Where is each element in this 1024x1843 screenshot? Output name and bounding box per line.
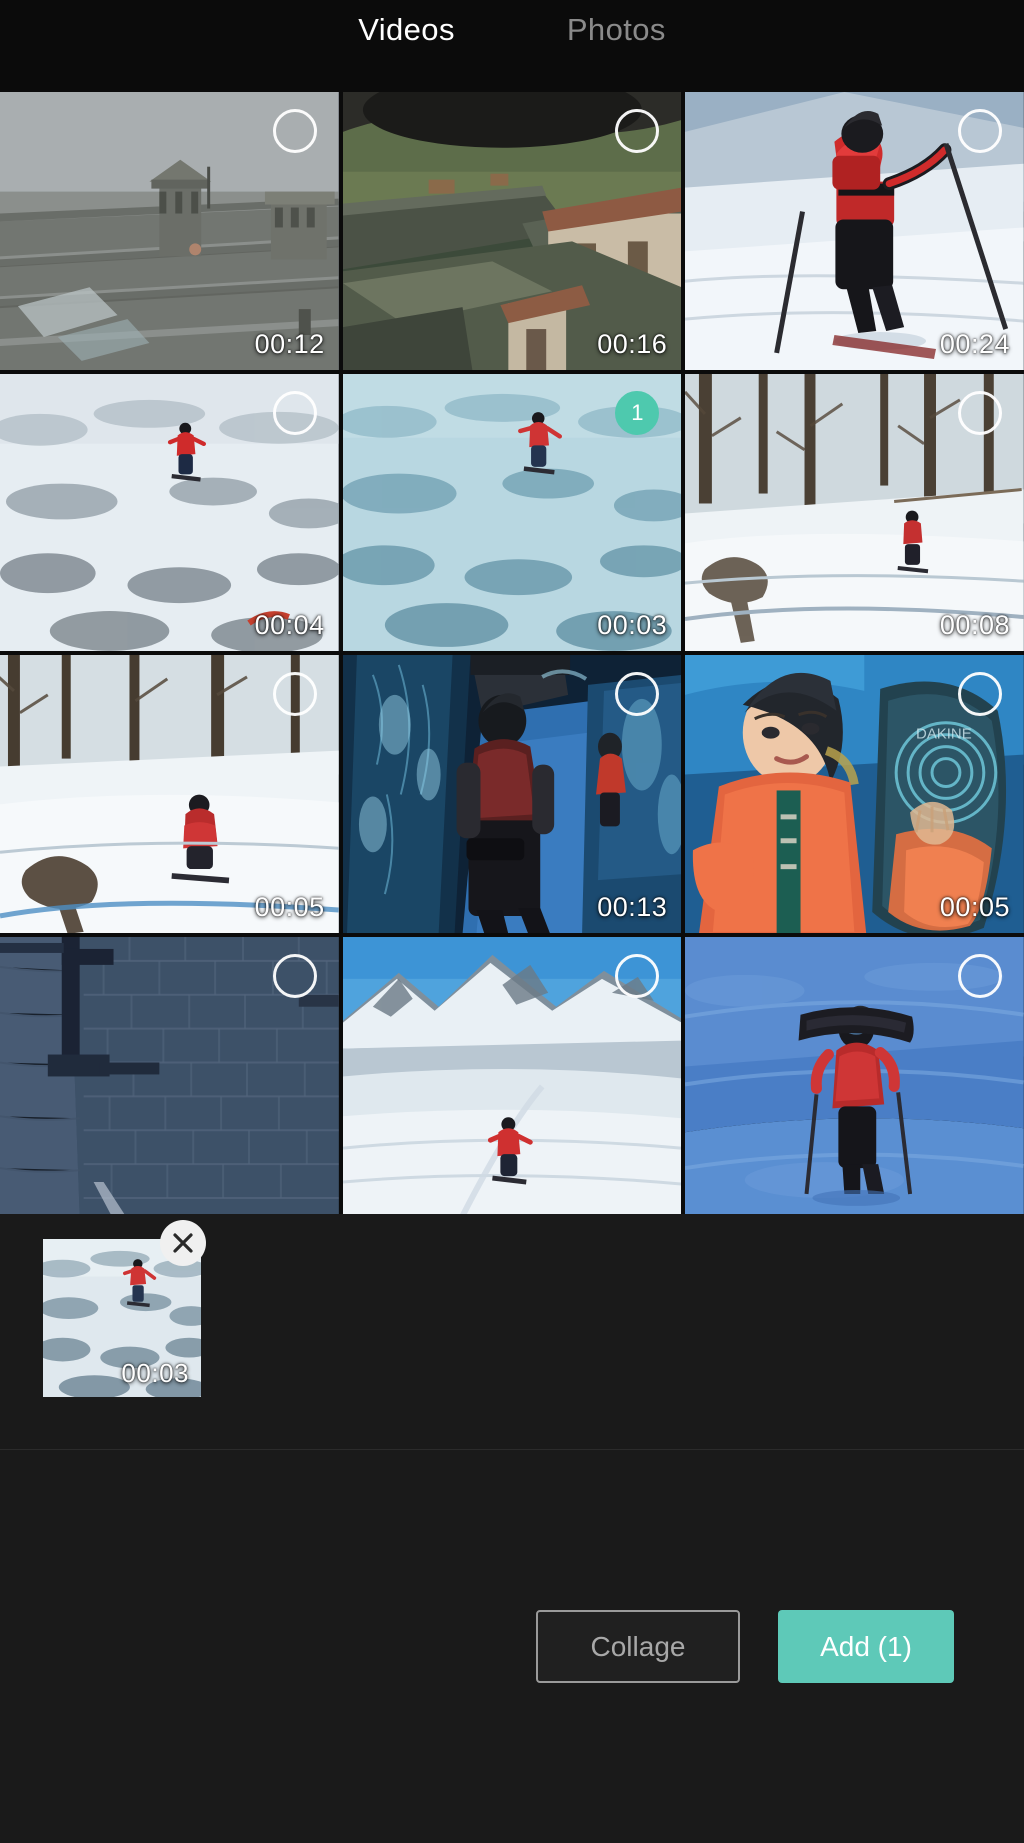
media-cell-1[interactable]: 00:16	[342, 92, 682, 370]
selection-toggle-9[interactable]	[272, 953, 317, 998]
action-bar: Collage Add (1)	[0, 1450, 1024, 1843]
media-cell-8[interactable]: DAKINE 00:05	[685, 655, 1024, 933]
media-cell-5[interactable]: 00:08	[685, 373, 1024, 651]
selection-toggle-6[interactable]	[272, 672, 317, 716]
selection-toggle-10[interactable]	[615, 953, 660, 998]
media-cell-7[interactable]: 00:13	[342, 655, 682, 933]
selected-items-tray: 00:03	[0, 1214, 1024, 1450]
media-cell-4[interactable]: 1 00:03	[342, 373, 682, 651]
selection-toggle-4[interactable]: 1	[615, 390, 660, 435]
media-cell-10[interactable]	[342, 936, 682, 1214]
svg-text:DAKINE: DAKINE	[916, 726, 972, 743]
selection-toggle-5[interactable]	[957, 390, 1002, 435]
close-icon	[173, 1233, 193, 1253]
selection-toggle-0[interactable]	[272, 109, 317, 153]
add-button[interactable]: Add (1)	[778, 1610, 954, 1683]
tray-remove-button-0[interactable]	[160, 1220, 206, 1266]
collage-button[interactable]: Collage	[536, 1610, 740, 1683]
media-cell-9[interactable]	[0, 936, 339, 1214]
media-grid: 00:12 00:16 00:24 00:04 1 00:03 00:08 00…	[0, 92, 1024, 1214]
selection-toggle-2[interactable]	[957, 109, 1002, 153]
tab-bar: Videos Photos	[0, 0, 1024, 92]
selection-toggle-3[interactable]	[272, 390, 317, 435]
selection-toggle-8[interactable]	[957, 672, 1002, 716]
media-cell-0[interactable]: 00:12	[0, 92, 339, 370]
media-cell-6[interactable]: 00:05	[0, 655, 339, 933]
media-picker-screen: Videos Photos 00:12 00:16 00:24 00:04 1 …	[0, 0, 1024, 1843]
media-cell-2[interactable]: 00:24	[685, 92, 1024, 370]
media-cell-3[interactable]: 00:04	[0, 373, 339, 651]
tab-videos[interactable]: Videos	[348, 8, 465, 58]
selection-toggle-7[interactable]	[615, 672, 660, 716]
selection-toggle-11[interactable]	[957, 953, 1002, 998]
selection-toggle-1[interactable]	[615, 109, 660, 153]
media-cell-11[interactable]	[685, 936, 1024, 1214]
tab-photos[interactable]: Photos	[557, 8, 676, 58]
